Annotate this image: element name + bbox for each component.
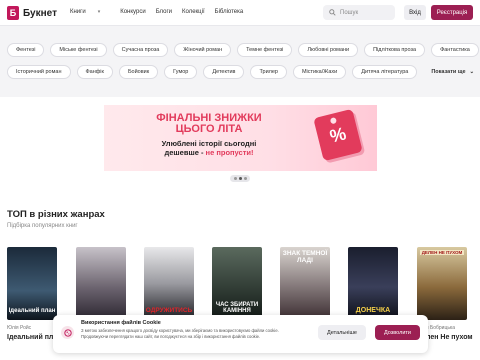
- search-input[interactable]: Пошук: [323, 5, 395, 20]
- promo-banner[interactable]: ФІНАЛЬНІ ЗНИЖКИ ЦЬОГО ЛІТА Улюблені істо…: [104, 105, 377, 171]
- book-cover[interactable]: ЧАС ЗБИРАТИ КАМІННЯ: [212, 247, 262, 320]
- genre-chip[interactable]: Підліткова проза: [364, 43, 426, 57]
- genre-row-1: Фентезі Міське фентезі Сучасна проза Жін…: [7, 43, 480, 57]
- chevron-down-icon: ▾: [97, 9, 101, 15]
- carousel-dot[interactable]: [233, 177, 237, 180]
- cookie-text: З метою забезпечення кращого досвіду кор…: [81, 328, 279, 339]
- section-title: ТОП в різних жанрах: [7, 209, 105, 220]
- cookie-title: Використання файлів Cookie: [81, 320, 161, 326]
- cookie-accept-button[interactable]: Дозволити: [375, 325, 420, 340]
- carousel-dots[interactable]: [230, 175, 250, 182]
- logo[interactable]: Б Букнет: [7, 6, 57, 20]
- nav-collections[interactable]: Колекції: [182, 9, 205, 15]
- book-cover[interactable]: ЗНАК ТЕМНОЇ ЛАДІ: [280, 247, 330, 320]
- carousel-dot[interactable]: [243, 177, 247, 180]
- discount-tag-icon: %: [313, 108, 363, 162]
- genre-chip[interactable]: Любовні романи: [298, 43, 359, 57]
- genre-chip[interactable]: Трилер: [250, 65, 287, 79]
- logo-mark: Б: [7, 6, 19, 20]
- genre-chip[interactable]: Міське фентезі: [50, 43, 107, 57]
- genre-chip[interactable]: Дитяча література: [352, 65, 418, 79]
- section-subtitle: Підбірка популярних книг: [7, 223, 78, 229]
- top-header: Б Букнет Книги ▾ Конкурси Блоги Колекції …: [0, 0, 480, 26]
- chevron-down-icon: ⌄: [469, 69, 475, 75]
- cookie-icon: [61, 326, 74, 339]
- banner-title: ФІНАЛЬНІ ЗНИЖКИ ЦЬОГО ЛІТА: [156, 112, 262, 135]
- nav-blogs[interactable]: Блоги: [156, 9, 172, 15]
- book-cover[interactable]: Ідеальний план: [7, 247, 57, 320]
- book-author[interactable]: Юлія Ройс: [7, 325, 31, 331]
- genre-chip[interactable]: Детектив: [203, 65, 245, 79]
- genre-chip[interactable]: Фентезі: [7, 43, 45, 57]
- show-more-genres-button[interactable]: Показати ще ⌄: [423, 65, 480, 79]
- genre-chip[interactable]: Жіночий роман: [174, 43, 232, 57]
- logo-text: Букнет: [23, 7, 57, 19]
- genre-chip[interactable]: Історичний роман: [7, 65, 71, 79]
- nav-contests[interactable]: Конкурси: [120, 9, 145, 15]
- nav-books[interactable]: Книги ▾: [70, 9, 110, 15]
- genre-chip[interactable]: Містика/Жахи: [292, 65, 347, 79]
- main-nav: Книги ▾ Конкурси Блоги Колекції Бібліотек…: [70, 9, 253, 15]
- search-placeholder: Пошук: [340, 9, 359, 16]
- book-cover[interactable]: ДОНЕЧКА: [348, 247, 398, 320]
- genre-row-2: Історичний роман Фанфік Бойовик Гумор Де…: [7, 65, 480, 79]
- book-cover[interactable]: [76, 247, 126, 320]
- search-icon: [329, 9, 336, 16]
- genre-chip[interactable]: Фантастика: [431, 43, 479, 57]
- book-cover[interactable]: ДЕЛЕН НЕ ПУХОМ: [417, 247, 467, 320]
- genre-chip[interactable]: Бойовик: [118, 65, 159, 79]
- genre-chip[interactable]: Гумор: [164, 65, 198, 79]
- nav-library[interactable]: Бібліотека: [215, 9, 244, 15]
- genre-chip[interactable]: Темне фентезі: [237, 43, 293, 57]
- genre-filters: Фентезі Міське фентезі Сучасна проза Жін…: [0, 27, 480, 97]
- book-cover[interactable]: ОДРУЖИТИСЬ: [144, 247, 194, 320]
- cookie-consent: Використання файлів Cookie З метою забез…: [53, 315, 428, 353]
- register-button[interactable]: Реєстрація: [431, 5, 473, 20]
- login-button[interactable]: Вхід: [404, 5, 426, 20]
- banner-subtitle: Улюблені історії сьогодні дешевше - не п…: [161, 139, 257, 157]
- genre-chip[interactable]: Фанфік: [76, 65, 113, 79]
- cookie-details-button[interactable]: Детальніше: [318, 325, 366, 340]
- carousel-dot[interactable]: [238, 177, 242, 180]
- genre-chip[interactable]: Сучасна проза: [112, 43, 169, 57]
